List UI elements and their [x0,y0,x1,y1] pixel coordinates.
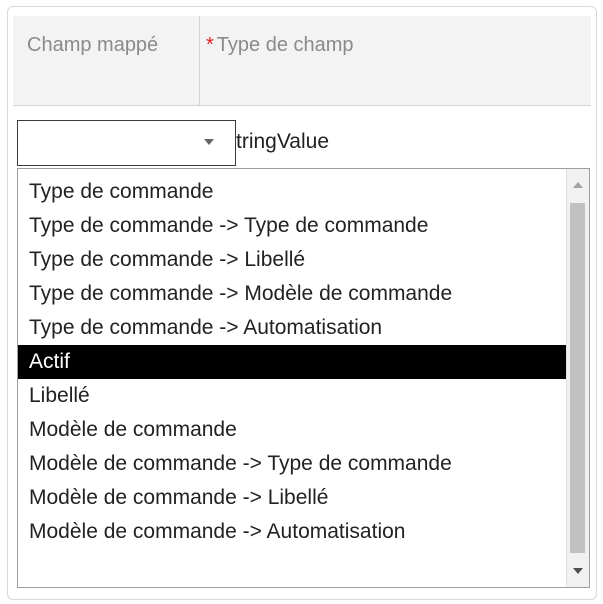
column-header-field-type-label: Type de champ [216,34,354,56]
dropdown-option[interactable]: Modèle de commande -> Type de commande [18,447,567,481]
listbox-scrollbar[interactable] [566,169,589,587]
option-list: Type de commande Type de commande -> Type… [18,175,567,549]
dropdown-option[interactable]: Type de commande -> Type de commande [18,209,567,243]
field-type-value: tringValue [236,130,330,153]
dropdown-option[interactable]: Type de commande -> Libellé [18,243,567,277]
required-marker: * [206,34,214,56]
dropdown-option[interactable]: Type de commande -> Modèle de commande [18,277,567,311]
column-header-field-type: * Type de champ [206,33,576,58]
mapped-field-listbox[interactable]: Type de commande Type de commande -> Type… [17,168,590,588]
chevron-down-icon[interactable] [204,139,214,145]
dropdown-option[interactable]: Type de commande [18,175,567,209]
dropdown-option[interactable]: Libellé [18,379,567,413]
table-header [13,16,591,106]
arrow-down-icon[interactable] [573,568,583,574]
column-divider [199,16,200,105]
scrollbar-thumb[interactable] [570,203,585,553]
dropdown-option[interactable]: Modèle de commande [18,413,567,447]
dropdown-option[interactable]: Modèle de commande -> Libellé [18,481,567,515]
arrow-up-icon[interactable] [573,182,583,188]
dropdown-option[interactable]: Actif [18,345,567,379]
dropdown-option[interactable]: Type de commande -> Automatisation [18,311,567,345]
dropdown-option[interactable]: Modèle de commande -> Automatisation [18,515,567,549]
column-header-mapped-field: Champ mappé [27,34,159,56]
